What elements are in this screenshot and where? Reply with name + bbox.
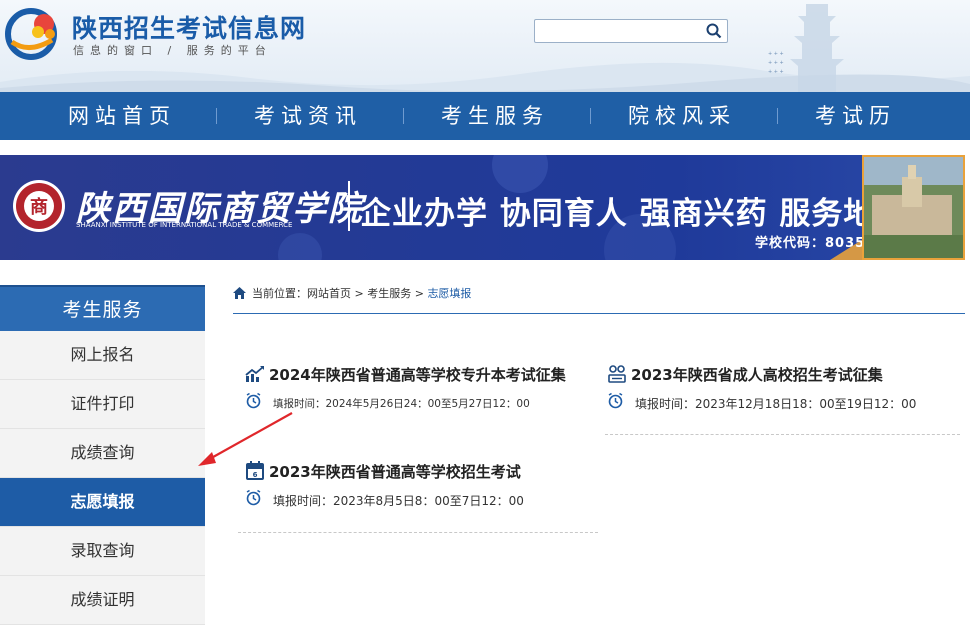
sidebar-item-admission-query[interactable]: 录取查询	[0, 527, 205, 576]
banner-school-code: 学校代码：8035	[755, 236, 866, 251]
svg-text:+ + +: + + +	[768, 69, 784, 75]
breadcrumb-home[interactable]: 网站首页	[307, 287, 351, 300]
school-emblem-icon: 商	[13, 180, 65, 232]
list-divider	[238, 532, 598, 533]
people-group-icon	[608, 365, 626, 383]
sidebar-title: 考生服务	[0, 285, 205, 331]
banner-school-name-en: SHAANXI INSTITUTE OF INTERNATIONAL TRADE…	[76, 221, 293, 229]
breadcrumb-separator: >	[351, 287, 368, 300]
breadcrumb-separator: >	[411, 287, 428, 300]
school-emblem-char: 商	[30, 196, 48, 218]
nav-divider	[216, 108, 217, 124]
site-header: 陕西招生考试信息网 信息的窗口 / 服务的平台 + + + + + + + + +	[0, 0, 970, 92]
campus-photo	[862, 155, 965, 260]
nav-divider	[403, 108, 404, 124]
banner-slogan: 企业办学 协同育人 强商兴药 服务地方	[360, 196, 908, 232]
svg-text:+ + +: + + +	[768, 51, 784, 57]
chart-trend-icon	[245, 366, 264, 382]
main-nav: 网站首页 考试资讯 考生服务 院校风采 考试历	[0, 92, 970, 140]
list-item-time: 填报时间：2024年5月26日24：00至5月27日12：00	[273, 398, 530, 410]
sidebar-item-certificate-print[interactable]: 证件打印	[0, 380, 205, 429]
list-divider	[605, 434, 960, 435]
nav-divider	[777, 108, 778, 124]
list-item-title[interactable]: 2023年陕西省成人高校招生考试征集	[631, 364, 883, 385]
breadcrumb-divider	[233, 313, 965, 314]
home-icon[interactable]	[233, 287, 246, 299]
nav-item-exam-calendar[interactable]: 考试历	[815, 92, 896, 140]
list-item-title[interactable]: 2023年陕西省普通高等学校招生考试	[269, 461, 521, 482]
nav-item-candidate-service[interactable]: 考生服务	[441, 92, 549, 140]
banner-divider	[348, 181, 350, 231]
breadcrumb-candidate-service[interactable]: 考生服务	[367, 287, 411, 300]
list-item[interactable]: 2023年陕西省成人高校招生考试征集 填报时间：2023年12月18日18：00…	[607, 364, 947, 424]
sidebar: 考生服务 网上报名 证件打印 成绩查询 志愿填报 录取查询 成绩证明	[0, 285, 205, 625]
nav-item-college-showcase[interactable]: 院校风采	[628, 92, 736, 140]
nav-divider	[590, 108, 591, 124]
search-input[interactable]	[535, 20, 703, 42]
annotation-arrow-icon	[198, 412, 293, 466]
breadcrumb-prefix: 当前位置：	[252, 287, 307, 300]
ad-banner[interactable]: 商 陕西国际商贸学院 SHAANXI INSTITUTE OF INTERNAT…	[0, 155, 965, 260]
alarm-clock-icon	[608, 392, 623, 409]
bell-tower-decoration: + + + + + + + + +	[768, 4, 844, 92]
site-title[interactable]: 陕西招生考试信息网	[72, 9, 306, 45]
alarm-clock-icon	[246, 489, 261, 506]
breadcrumb-current: 志愿填报	[427, 287, 472, 300]
site-slogan: 信息的窗口 / 服务的平台	[73, 44, 272, 57]
list-item-title[interactable]: 2024年陕西省普通高等学校专升本考试征集	[269, 364, 566, 385]
sidebar-item-score-certificate[interactable]: 成绩证明	[0, 576, 205, 625]
list-item-time: 填报时间：2023年12月18日18：00至19日12：00	[635, 397, 917, 411]
nav-item-home[interactable]: 网站首页	[68, 92, 176, 140]
search-box	[534, 19, 728, 43]
sidebar-item-application-filling[interactable]: 志愿填报	[0, 478, 205, 527]
search-icon[interactable]	[705, 22, 723, 40]
list-item-time: 填报时间：2023年8月5日8：00至7日12：00	[273, 494, 524, 508]
svg-text:+ + +: + + +	[768, 60, 784, 66]
sidebar-item-online-registration[interactable]: 网上报名	[0, 331, 205, 380]
breadcrumb: 当前位置：网站首页 > 考生服务 > 志愿填报	[233, 285, 471, 301]
sidebar-item-score-query[interactable]: 成绩查询	[0, 429, 205, 478]
nav-item-exam-news[interactable]: 考试资讯	[254, 92, 362, 140]
site-logo-icon[interactable]	[4, 6, 64, 60]
